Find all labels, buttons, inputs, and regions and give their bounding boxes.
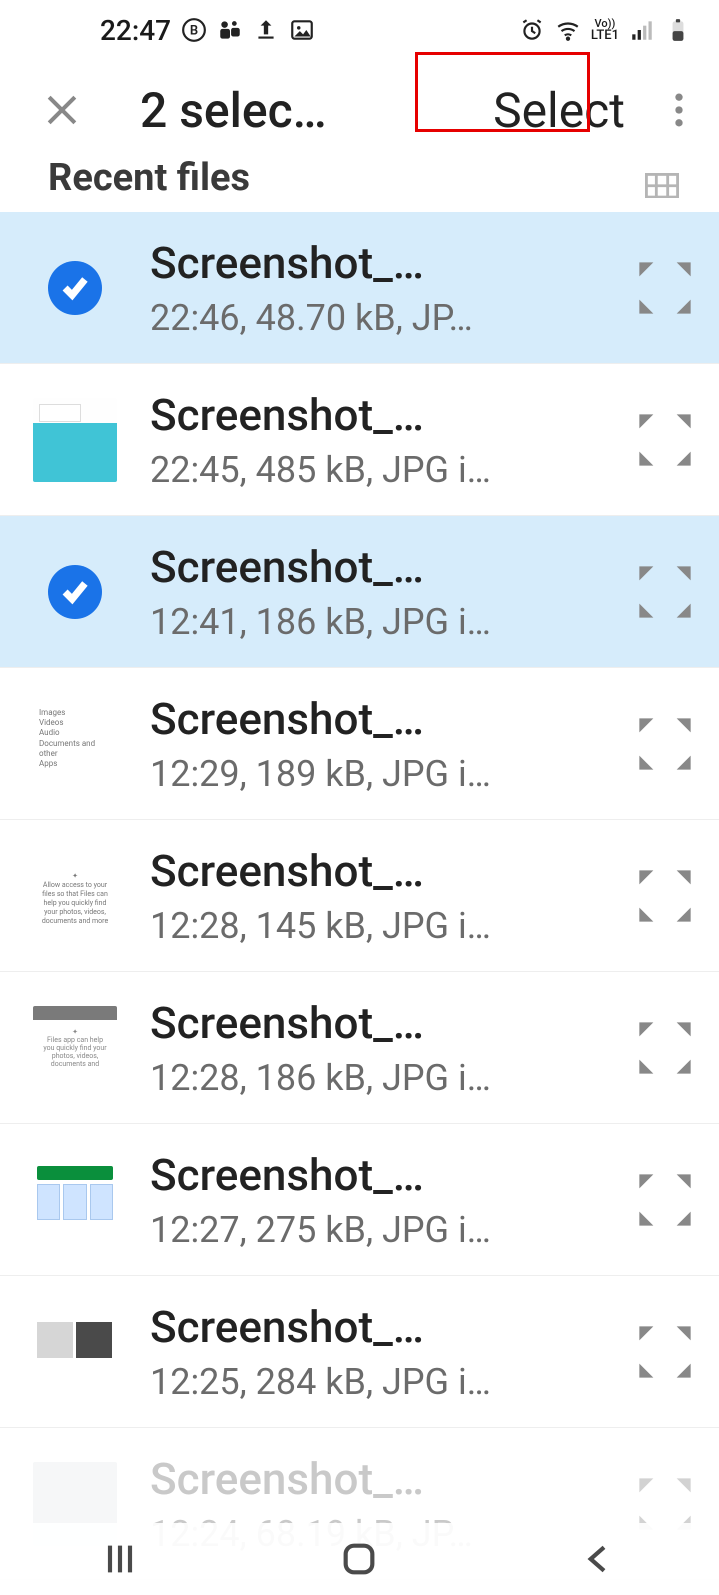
file-text: Screenshot_… 12:29, 189 kB, JPG i… <box>150 693 627 795</box>
battery-icon <box>665 17 691 43</box>
file-row[interactable]: ImagesVideosAudioDocuments and otherApps… <box>0 668 719 820</box>
system-nav-bar <box>0 1523 719 1595</box>
file-name: Screenshot_… <box>150 845 627 897</box>
file-thumbnail <box>33 1158 117 1242</box>
upload-icon <box>253 17 279 43</box>
volte-label: Vo)) LTE1 <box>591 18 619 42</box>
file-meta: 12:29, 189 kB, JPG i… <box>150 753 627 795</box>
file-name: Screenshot_… <box>150 541 627 593</box>
file-name: Screenshot_… <box>150 1301 627 1353</box>
status-time: 22:47 <box>100 14 171 47</box>
close-button[interactable] <box>40 88 84 132</box>
checkmark-icon <box>48 261 102 315</box>
file-text: Screenshot_… 12:41, 186 kB, JPG i… <box>150 541 627 643</box>
nav-home-button[interactable] <box>329 1539 389 1579</box>
file-name: Screenshot_… <box>150 1453 627 1505</box>
file-row[interactable]: ✦Allow access to your files so that File… <box>0 820 719 972</box>
file-thumbnail <box>33 398 117 482</box>
expand-icon[interactable] <box>637 1020 693 1076</box>
file-meta: 12:25, 284 kB, JPG i… <box>150 1361 627 1403</box>
file-text: Screenshot_… 12:25, 284 kB, JPG i… <box>150 1301 627 1403</box>
file-meta: 12:28, 145 kB, JPG i… <box>150 905 627 947</box>
thumbnail-slot[interactable] <box>30 1155 120 1245</box>
section-header: Recent files <box>0 156 719 212</box>
file-name: Screenshot_… <box>150 693 627 745</box>
nav-back-button[interactable] <box>569 1539 629 1579</box>
file-text: Screenshot_… 12:28, 186 kB, JPG i… <box>150 997 627 1099</box>
wifi-icon <box>555 17 581 43</box>
file-meta: 12:41, 186 kB, JPG i… <box>150 601 627 643</box>
thumbnail-slot[interactable]: ✦Allow access to your files so that File… <box>30 851 120 941</box>
file-thumbnail: ✦Allow access to your files so that File… <box>33 854 117 938</box>
status-left-group: 22:47 B <box>100 14 315 47</box>
file-thumbnail: ImagesVideosAudioDocuments and otherApps <box>33 702 117 786</box>
thumbnail-slot[interactable]: ✦Files app can help you quickly find you… <box>30 1003 120 1093</box>
file-thumbnail <box>33 1310 117 1394</box>
file-text: Screenshot_… 22:46, 48.70 kB, JP… <box>150 237 627 339</box>
file-thumbnail: ✦Files app can help you quickly find you… <box>33 1006 117 1090</box>
expand-icon[interactable] <box>637 1172 693 1228</box>
circle-b-icon: B <box>181 17 207 43</box>
file-text: Screenshot_… 12:28, 145 kB, JPG i… <box>150 845 627 947</box>
expand-icon[interactable] <box>637 260 693 316</box>
file-row[interactable]: Screenshot_… 12:41, 186 kB, JPG i… <box>0 516 719 668</box>
section-title: Recent files <box>48 156 250 200</box>
file-name: Screenshot_… <box>150 997 627 1049</box>
file-name: Screenshot_… <box>150 1149 627 1201</box>
file-list[interactable]: Screenshot_…22:46, 48.70 kB, JP…Screensh… <box>0 212 719 1580</box>
image-icon <box>289 17 315 43</box>
file-meta: 22:46, 48.70 kB, JP… <box>150 297 627 339</box>
file-meta: 12:28, 186 kB, JPG i… <box>150 1057 627 1099</box>
select-all-button[interactable]: Select <box>481 76 637 145</box>
thumbnail-slot[interactable]: ImagesVideosAudioDocuments and otherApps <box>30 699 120 789</box>
grid-view-icon[interactable] <box>645 164 679 192</box>
thumbnail-slot[interactable] <box>30 547 120 637</box>
file-row[interactable]: Screenshot_… 12:27, 275 kB, JPG i… <box>0 1124 719 1276</box>
teams-icon <box>217 17 243 43</box>
file-text: Screenshot_… 22:45, 485 kB, JPG i… <box>150 389 627 491</box>
svg-text:B: B <box>190 23 198 38</box>
expand-icon[interactable] <box>637 716 693 772</box>
app-bar: 2 selec… Select <box>0 60 719 160</box>
alarm-icon <box>519 17 545 43</box>
expand-icon[interactable] <box>637 868 693 924</box>
expand-icon[interactable] <box>637 412 693 468</box>
file-name: Screenshot_… <box>150 389 627 441</box>
signal-icon <box>629 17 655 43</box>
thumbnail-slot[interactable] <box>30 395 120 485</box>
selection-title: 2 selec… <box>140 82 327 139</box>
status-right-group: Vo)) LTE1 <box>519 17 691 43</box>
checkmark-icon <box>48 565 102 619</box>
expand-icon[interactable] <box>637 564 693 620</box>
thumbnail-slot[interactable] <box>30 243 120 333</box>
expand-icon[interactable] <box>637 1324 693 1380</box>
file-row[interactable]: ✦Files app can help you quickly find you… <box>0 972 719 1124</box>
file-row[interactable]: Screenshot_… 12:25, 284 kB, JPG i… <box>0 1276 719 1428</box>
status-bar: 22:47 B Vo)) LTE1 <box>0 0 719 60</box>
file-row[interactable]: Screenshot_… 22:46, 48.70 kB, JP… <box>0 212 719 364</box>
thumbnail-slot[interactable] <box>30 1307 120 1397</box>
more-options-button[interactable] <box>657 88 701 132</box>
file-name: Screenshot_… <box>150 237 627 289</box>
file-meta: 12:27, 275 kB, JPG i… <box>150 1209 627 1251</box>
file-row[interactable]: Screenshot_… 22:45, 485 kB, JPG i… <box>0 364 719 516</box>
file-text: Screenshot_… 12:27, 275 kB, JPG i… <box>150 1149 627 1251</box>
nav-recents-button[interactable] <box>90 1539 150 1579</box>
file-meta: 22:45, 485 kB, JPG i… <box>150 449 627 491</box>
